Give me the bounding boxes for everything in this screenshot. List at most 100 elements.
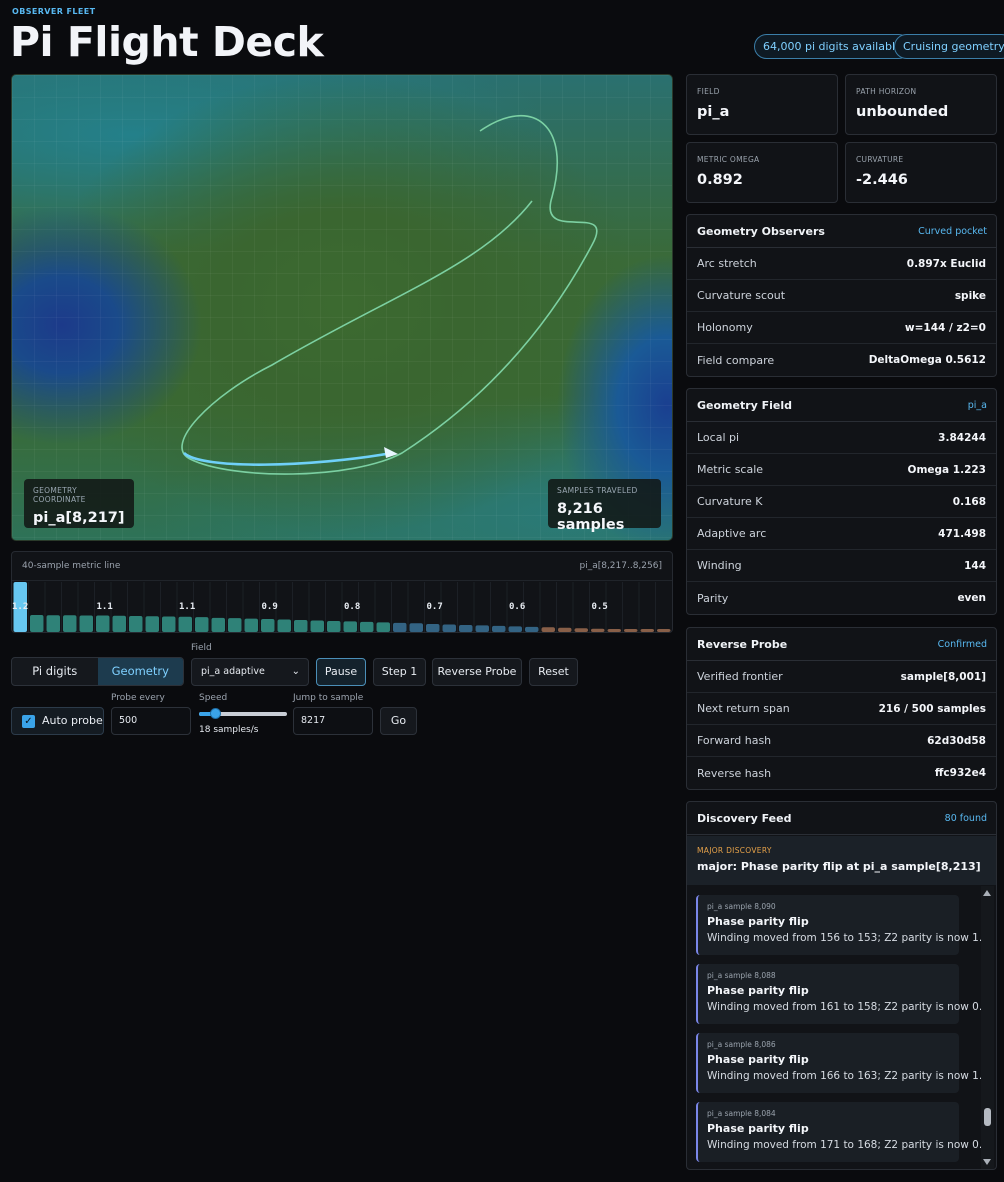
field-row: Local pi 3.84244 — [687, 422, 996, 454]
mode-geometry-field[interactable]: Geometry field — [97, 658, 183, 685]
row-label: Adaptive arc — [697, 527, 767, 540]
metric-bar — [360, 621, 374, 632]
item-desc: Winding moved from 171 to 168; Z2 parity… — [707, 1139, 983, 1151]
row-label: Local pi — [697, 431, 740, 444]
major-discovery: MAJOR DISCOVERY major: Phase parity flip… — [687, 836, 996, 885]
geometry-field-view[interactable]: GEOMETRY COORDINATE pi_a[8,217] SAMPLES … — [11, 74, 673, 541]
reset-button[interactable]: Reset — [529, 658, 578, 686]
metric-tick-label: 1.2 — [12, 602, 28, 612]
metric-bar — [558, 627, 572, 632]
field-row: Curvature K 0.168 — [687, 486, 996, 518]
probe-row: Reverse hash ffc932e4 — [687, 757, 996, 789]
metric-bar — [343, 621, 357, 632]
checkbox-checked-icon: ✓ — [22, 715, 35, 728]
speed-label: Speed — [199, 693, 228, 703]
row-value: sample[8,001] — [900, 670, 986, 683]
scroll-down-icon[interactable] — [983, 1159, 991, 1165]
metric-bar — [294, 620, 308, 632]
probe-row: Verified frontier sample[8,001] — [687, 661, 996, 693]
row-label: Winding — [697, 559, 742, 572]
stat-label: FIELD — [697, 87, 720, 96]
item-title: Phase parity flip — [707, 1053, 809, 1066]
speed-slider-handle[interactable] — [210, 708, 221, 719]
item-sample: pi_a sample 8,088 — [707, 971, 776, 980]
metric-bar — [574, 628, 588, 632]
discovery-item[interactable]: pi_a sample 8,086 Phase parity flip Wind… — [696, 1033, 982, 1093]
samples-value: 8,216 samples — [557, 501, 625, 533]
stat-metric-omega: METRIC OMEGA 0.892 — [686, 142, 838, 203]
stat-value: 0.892 — [697, 172, 743, 188]
metric-bar — [79, 615, 93, 632]
stat-path-horizon: PATH HORIZON unbounded — [845, 74, 997, 135]
metric-bar — [640, 629, 654, 632]
panel-badge: Curved pocket — [918, 225, 987, 237]
jump-input[interactable]: 8217 — [293, 707, 373, 735]
panel-title: Geometry Observers — [697, 224, 825, 238]
auto-probe-toggle[interactable]: ✓ Auto probe — [11, 707, 104, 735]
metric-bar — [376, 622, 390, 632]
go-button[interactable]: Go — [380, 707, 417, 735]
row-label: Curvature scout — [697, 289, 786, 302]
chevron-down-icon: ⌄ — [291, 666, 300, 677]
metric-bar — [261, 619, 275, 632]
feed-scrollbar[interactable] — [981, 886, 994, 1169]
stat-curvature: CURVATURE -2.446 — [845, 142, 997, 203]
stat-label: PATH HORIZON — [856, 87, 917, 96]
row-label: Arc stretch — [697, 257, 757, 270]
path-trail — [181, 114, 598, 475]
metric-bar — [475, 625, 489, 632]
observer-row: Holonomy w=144 / z2=0 — [687, 312, 996, 344]
probe-every-input[interactable]: 500 — [111, 707, 191, 735]
item-sample: pi_a sample 8,084 — [707, 1109, 776, 1118]
scrollbar-thumb[interactable] — [984, 1108, 991, 1126]
observer-row: Curvature scout spike — [687, 280, 996, 312]
metric-tick-label: 0.9 — [262, 602, 278, 612]
step-button[interactable]: Step 1 — [373, 658, 426, 686]
speed-slider[interactable] — [199, 708, 287, 719]
row-value: DeltaOmega 0.5612 — [868, 354, 986, 366]
metric-bar — [393, 622, 407, 632]
mode-pi-digits[interactable]: Pi digits — [12, 658, 98, 685]
metric-bar — [145, 616, 159, 632]
panel-title: Reverse Probe — [697, 637, 788, 651]
panel-badge: 80 found — [944, 812, 987, 824]
field-select[interactable]: pi_a adaptive ⌄ — [191, 658, 309, 686]
row-label: Field compare — [697, 353, 775, 367]
metric-line-panel: 40-sample metric line pi_a[8,217..8,256]… — [11, 551, 673, 633]
pause-button[interactable]: Pause — [316, 658, 366, 686]
metric-bar — [178, 616, 192, 632]
metric-bar — [30, 615, 44, 632]
metric-bar — [112, 615, 126, 632]
row-value: 471.498 — [938, 527, 986, 540]
row-value: Omega 1.223 — [907, 463, 986, 476]
metric-bar — [624, 629, 638, 632]
metric-bar — [591, 628, 605, 632]
field-row: Winding 144 — [687, 550, 996, 582]
metric-bar — [426, 624, 440, 632]
scroll-up-icon[interactable] — [983, 890, 991, 896]
metric-bar — [277, 619, 291, 632]
discovery-list[interactable]: pi_a sample 8,090 Phase parity flip Wind… — [687, 886, 996, 1169]
discovery-item[interactable]: pi_a sample 8,088 Phase parity flip Wind… — [696, 964, 982, 1024]
stat-value: -2.446 — [856, 172, 908, 188]
metric-line-range: pi_a[8,217..8,256] — [579, 561, 662, 571]
metric-bar — [541, 627, 555, 632]
metric-tick-label: 0.8 — [344, 602, 360, 612]
eyebrow: OBSERVER FLEET — [12, 7, 96, 16]
mode-toggle: Pi digits Geometry field — [11, 657, 184, 686]
discovery-item[interactable]: pi_a sample 8,090 Phase parity flip Wind… — [696, 895, 982, 955]
item-sample: pi_a sample 8,090 — [707, 902, 776, 911]
row-value: even — [957, 592, 986, 604]
discovery-item[interactable]: pi_a sample 8,084 Phase parity flip Wind… — [696, 1102, 983, 1162]
path-recent — [183, 451, 393, 466]
discovery-feed-panel: Discovery Feed 80 found MAJOR DISCOVERY m… — [686, 801, 997, 1170]
observer-row: Arc stretch 0.897x Euclid — [687, 248, 996, 280]
row-label: Reverse hash — [697, 766, 772, 780]
metric-bar — [508, 626, 522, 632]
metric-bar — [211, 617, 225, 632]
metric-bar — [459, 624, 473, 632]
field-select-value: pi_a adaptive — [201, 666, 265, 677]
metric-bar — [327, 620, 341, 632]
reverse-probe-button[interactable]: Reverse Probe — [432, 658, 522, 686]
row-value: 0.897x Euclid — [906, 257, 986, 270]
